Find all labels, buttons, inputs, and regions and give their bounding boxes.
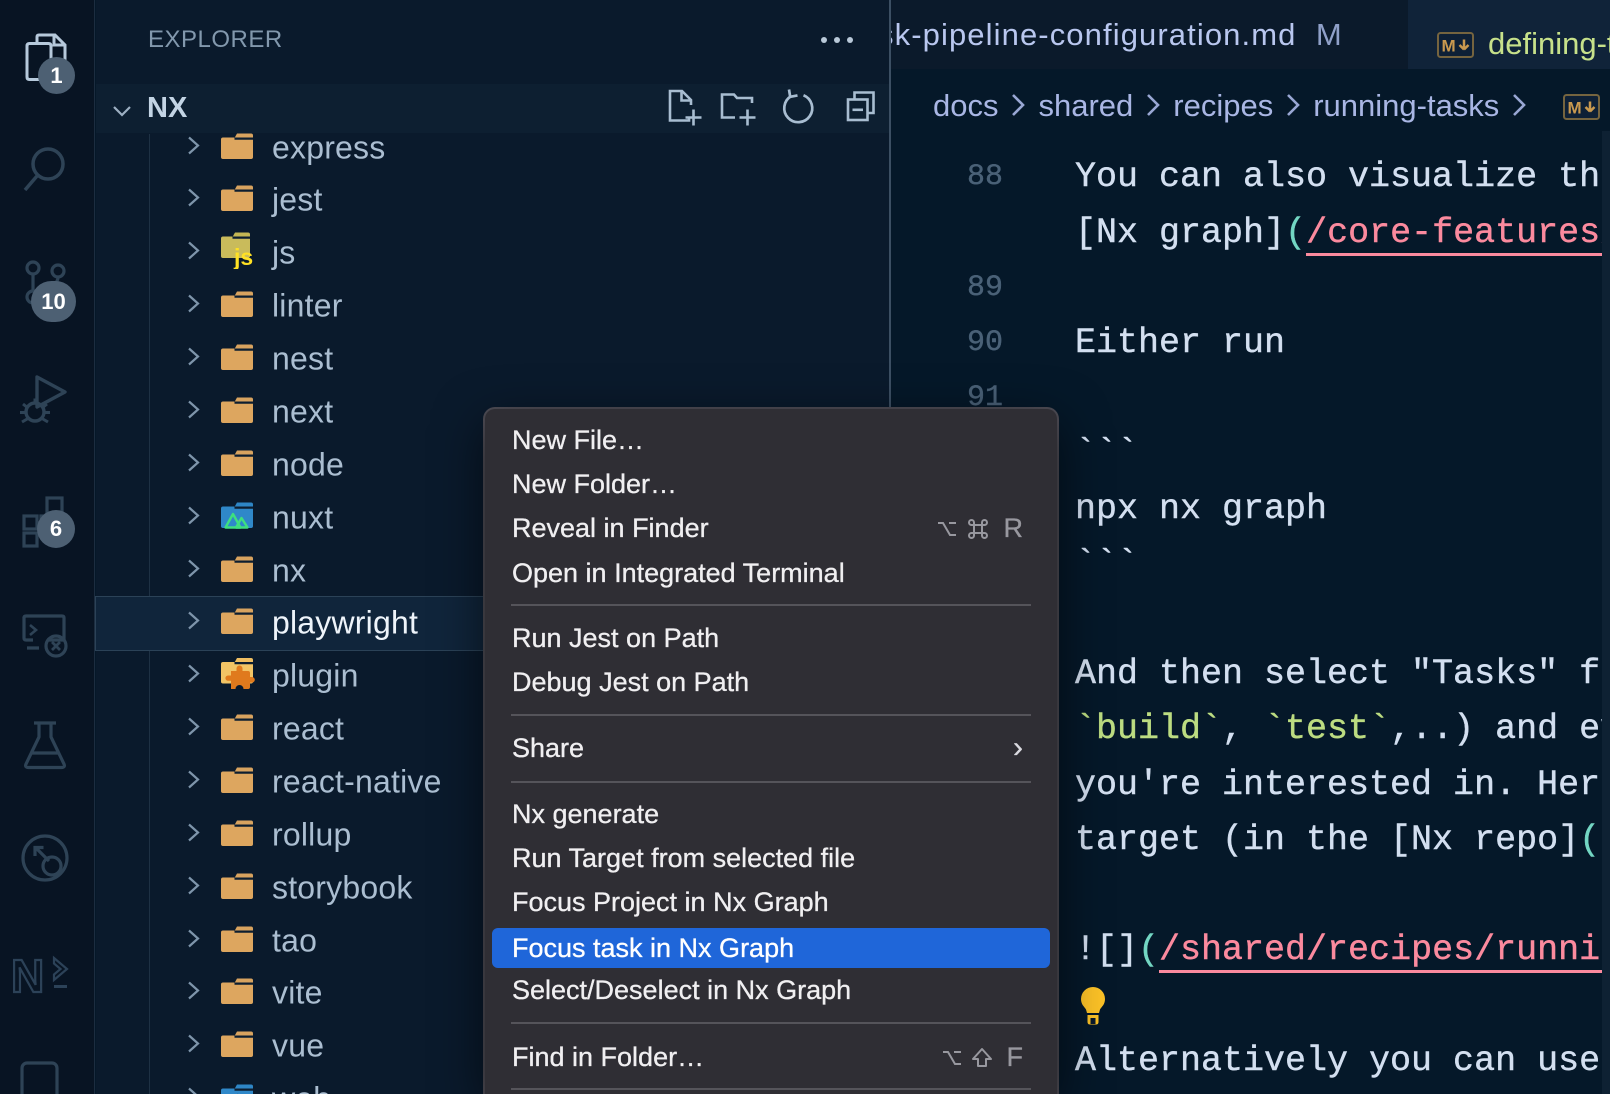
svg-text:js: js	[233, 244, 253, 269]
svg-text:M: M	[1568, 99, 1582, 118]
svg-text:N: N	[11, 953, 44, 997]
svg-text:M: M	[1442, 37, 1456, 56]
